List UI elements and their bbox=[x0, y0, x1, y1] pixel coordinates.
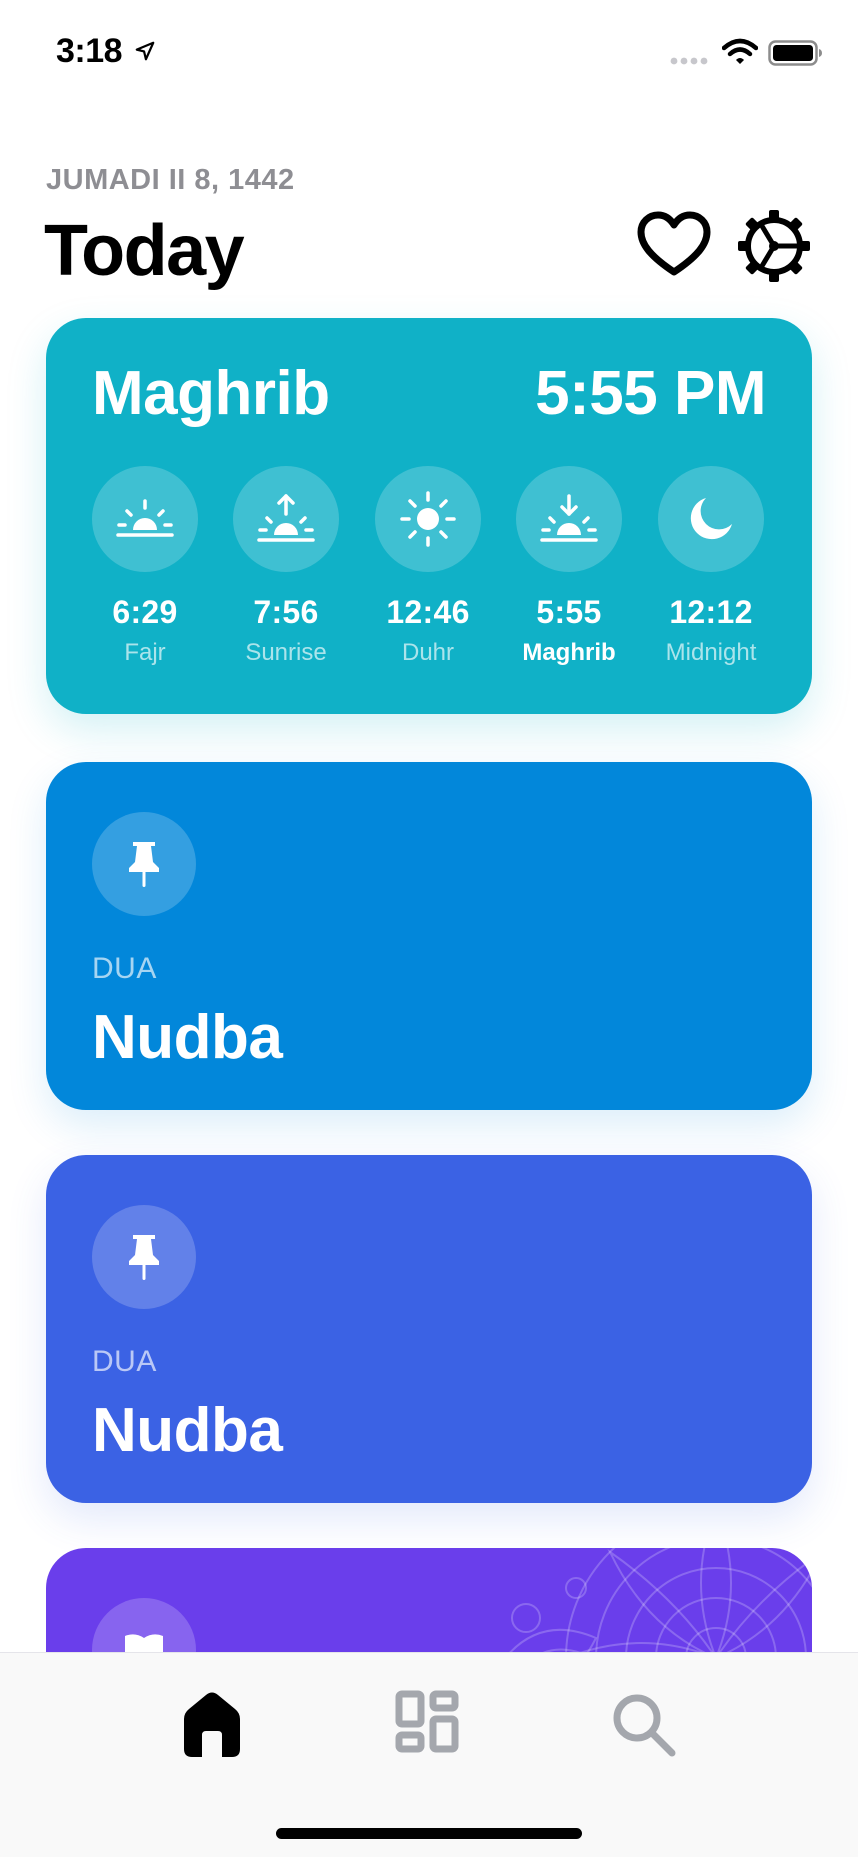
sunrise-horizon-icon bbox=[116, 499, 174, 537]
home-icon bbox=[184, 1692, 240, 1757]
prayer-times-row: 6:29 Fajr 7:56 Sunrise 12:46 Duhr 5:55 M… bbox=[92, 466, 766, 676]
prayer-item-duhr: 12:46 Duhr bbox=[358, 466, 498, 667]
tab-library[interactable] bbox=[386, 1683, 470, 1767]
heart-icon bbox=[637, 211, 711, 276]
sunset-arrow-icon bbox=[540, 494, 598, 542]
status-time: 3:18 bbox=[56, 32, 123, 70]
prayer-item-fajr: 6:29 Fajr bbox=[75, 466, 215, 667]
prayer-time: 6:29 bbox=[112, 594, 178, 630]
prayer-time: 12:12 bbox=[669, 594, 753, 630]
sunrise-arrow-icon bbox=[257, 494, 315, 542]
pin-button[interactable] bbox=[92, 812, 196, 916]
search-icon bbox=[613, 1694, 676, 1757]
prayer-name: Fajr bbox=[124, 639, 166, 666]
tab-search[interactable] bbox=[602, 1683, 686, 1767]
card-category: DUA bbox=[92, 952, 157, 985]
pin-button[interactable] bbox=[92, 1205, 196, 1309]
dua-card-nudba-2[interactable]: DUA Nudba bbox=[46, 1155, 812, 1503]
tab-home[interactable] bbox=[170, 1683, 254, 1767]
cellular-signal-icon bbox=[670, 57, 708, 65]
prayer-item-midnight: 12:12 Midnight bbox=[641, 466, 781, 667]
prayer-name: Sunrise bbox=[245, 639, 327, 666]
pin-icon bbox=[129, 842, 159, 887]
tab-bar bbox=[0, 1652, 858, 1857]
page-title: Today bbox=[44, 211, 245, 291]
moon-icon bbox=[690, 498, 732, 540]
prayer-times-card[interactable]: Maghrib 5:55 PM 6:29 Fajr 7:56 Sunrise 1… bbox=[46, 318, 812, 714]
battery-icon bbox=[768, 40, 822, 66]
prayer-item-maghrib: 5:55 Maghrib bbox=[499, 466, 639, 667]
settings-button[interactable] bbox=[736, 208, 812, 284]
location-arrow-icon bbox=[135, 41, 155, 61]
wifi-icon bbox=[722, 38, 758, 64]
card-title: Nudba bbox=[92, 1396, 283, 1465]
today-screen: 3:18 JUMADI II 8, 1442 Today Maghrib 5:5… bbox=[0, 0, 858, 1857]
current-prayer-name: Maghrib bbox=[92, 359, 330, 428]
dua-card-nudba[interactable]: DUA Nudba bbox=[46, 762, 812, 1110]
home-indicator bbox=[276, 1828, 582, 1839]
current-prayer-time: 5:55 PM bbox=[535, 359, 766, 428]
gear-icon bbox=[738, 210, 810, 282]
prayer-name: Duhr bbox=[401, 639, 455, 666]
grid-icon bbox=[395, 1690, 459, 1753]
prayer-time: 7:56 bbox=[253, 594, 319, 630]
sun-icon bbox=[400, 491, 456, 547]
hijri-date: JUMADI II 8, 1442 bbox=[46, 164, 295, 196]
favorites-button[interactable] bbox=[636, 210, 712, 280]
card-title: Nudba bbox=[92, 1003, 283, 1072]
prayer-item-sunrise: 7:56 Sunrise bbox=[216, 466, 356, 667]
prayer-time: 5:55 bbox=[536, 594, 602, 630]
prayer-time: 12:46 bbox=[386, 594, 470, 630]
prayer-name: Midnight bbox=[665, 639, 757, 666]
card-category: DUA bbox=[92, 1345, 157, 1378]
pin-icon bbox=[129, 1235, 159, 1280]
prayer-name: Maghrib bbox=[522, 639, 616, 666]
